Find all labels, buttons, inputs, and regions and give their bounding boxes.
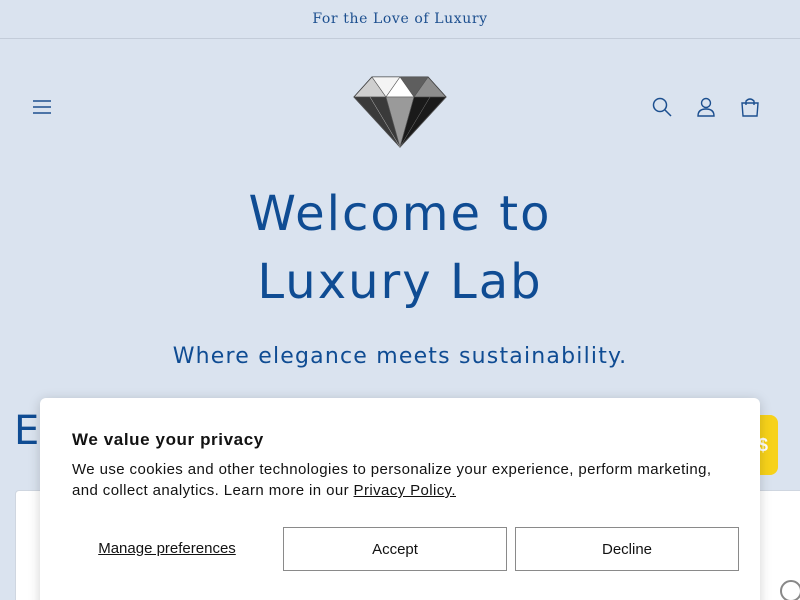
menu-button[interactable] — [26, 91, 58, 123]
user-icon — [697, 97, 715, 117]
shopping-bag-icon — [741, 98, 759, 117]
privacy-policy-link[interactable]: Privacy Policy. — [354, 482, 456, 499]
search-button[interactable] — [646, 91, 678, 123]
hero-title-line-1: Welcome to — [248, 186, 552, 242]
page: For the Love of Luxury Welcome to Luxury… — [0, 0, 800, 600]
accept-button[interactable]: Accept — [283, 527, 507, 571]
hamburger-menu-icon — [33, 100, 51, 114]
decline-button[interactable]: Decline — [515, 527, 739, 571]
cart-button[interactable] — [734, 91, 766, 123]
ring-icon — [780, 580, 800, 600]
site-logo[interactable] — [350, 73, 450, 149]
account-button[interactable] — [690, 91, 722, 123]
hero-title-line-2: Luxury Lab — [257, 254, 543, 310]
announcement-bar: For the Love of Luxury — [0, 0, 800, 39]
hero-subtitle: Where elegance meets sustainability. — [172, 344, 628, 369]
cookie-title: We value your privacy — [72, 430, 264, 449]
cookie-consent-dialog: We value your privacy We use cookies and… — [40, 398, 760, 600]
manage-preferences-link[interactable]: Manage preferences — [72, 527, 262, 569]
cookie-description: We use cookies and other technologies to… — [72, 459, 712, 501]
search-icon — [652, 97, 672, 117]
diamond-icon — [353, 76, 447, 149]
site-header — [0, 39, 800, 174]
hero-title: Welcome to Luxury Lab — [0, 180, 800, 316]
announcement-text: For the Love of Luxury — [312, 11, 488, 27]
section-heading-peek: E — [14, 408, 41, 454]
